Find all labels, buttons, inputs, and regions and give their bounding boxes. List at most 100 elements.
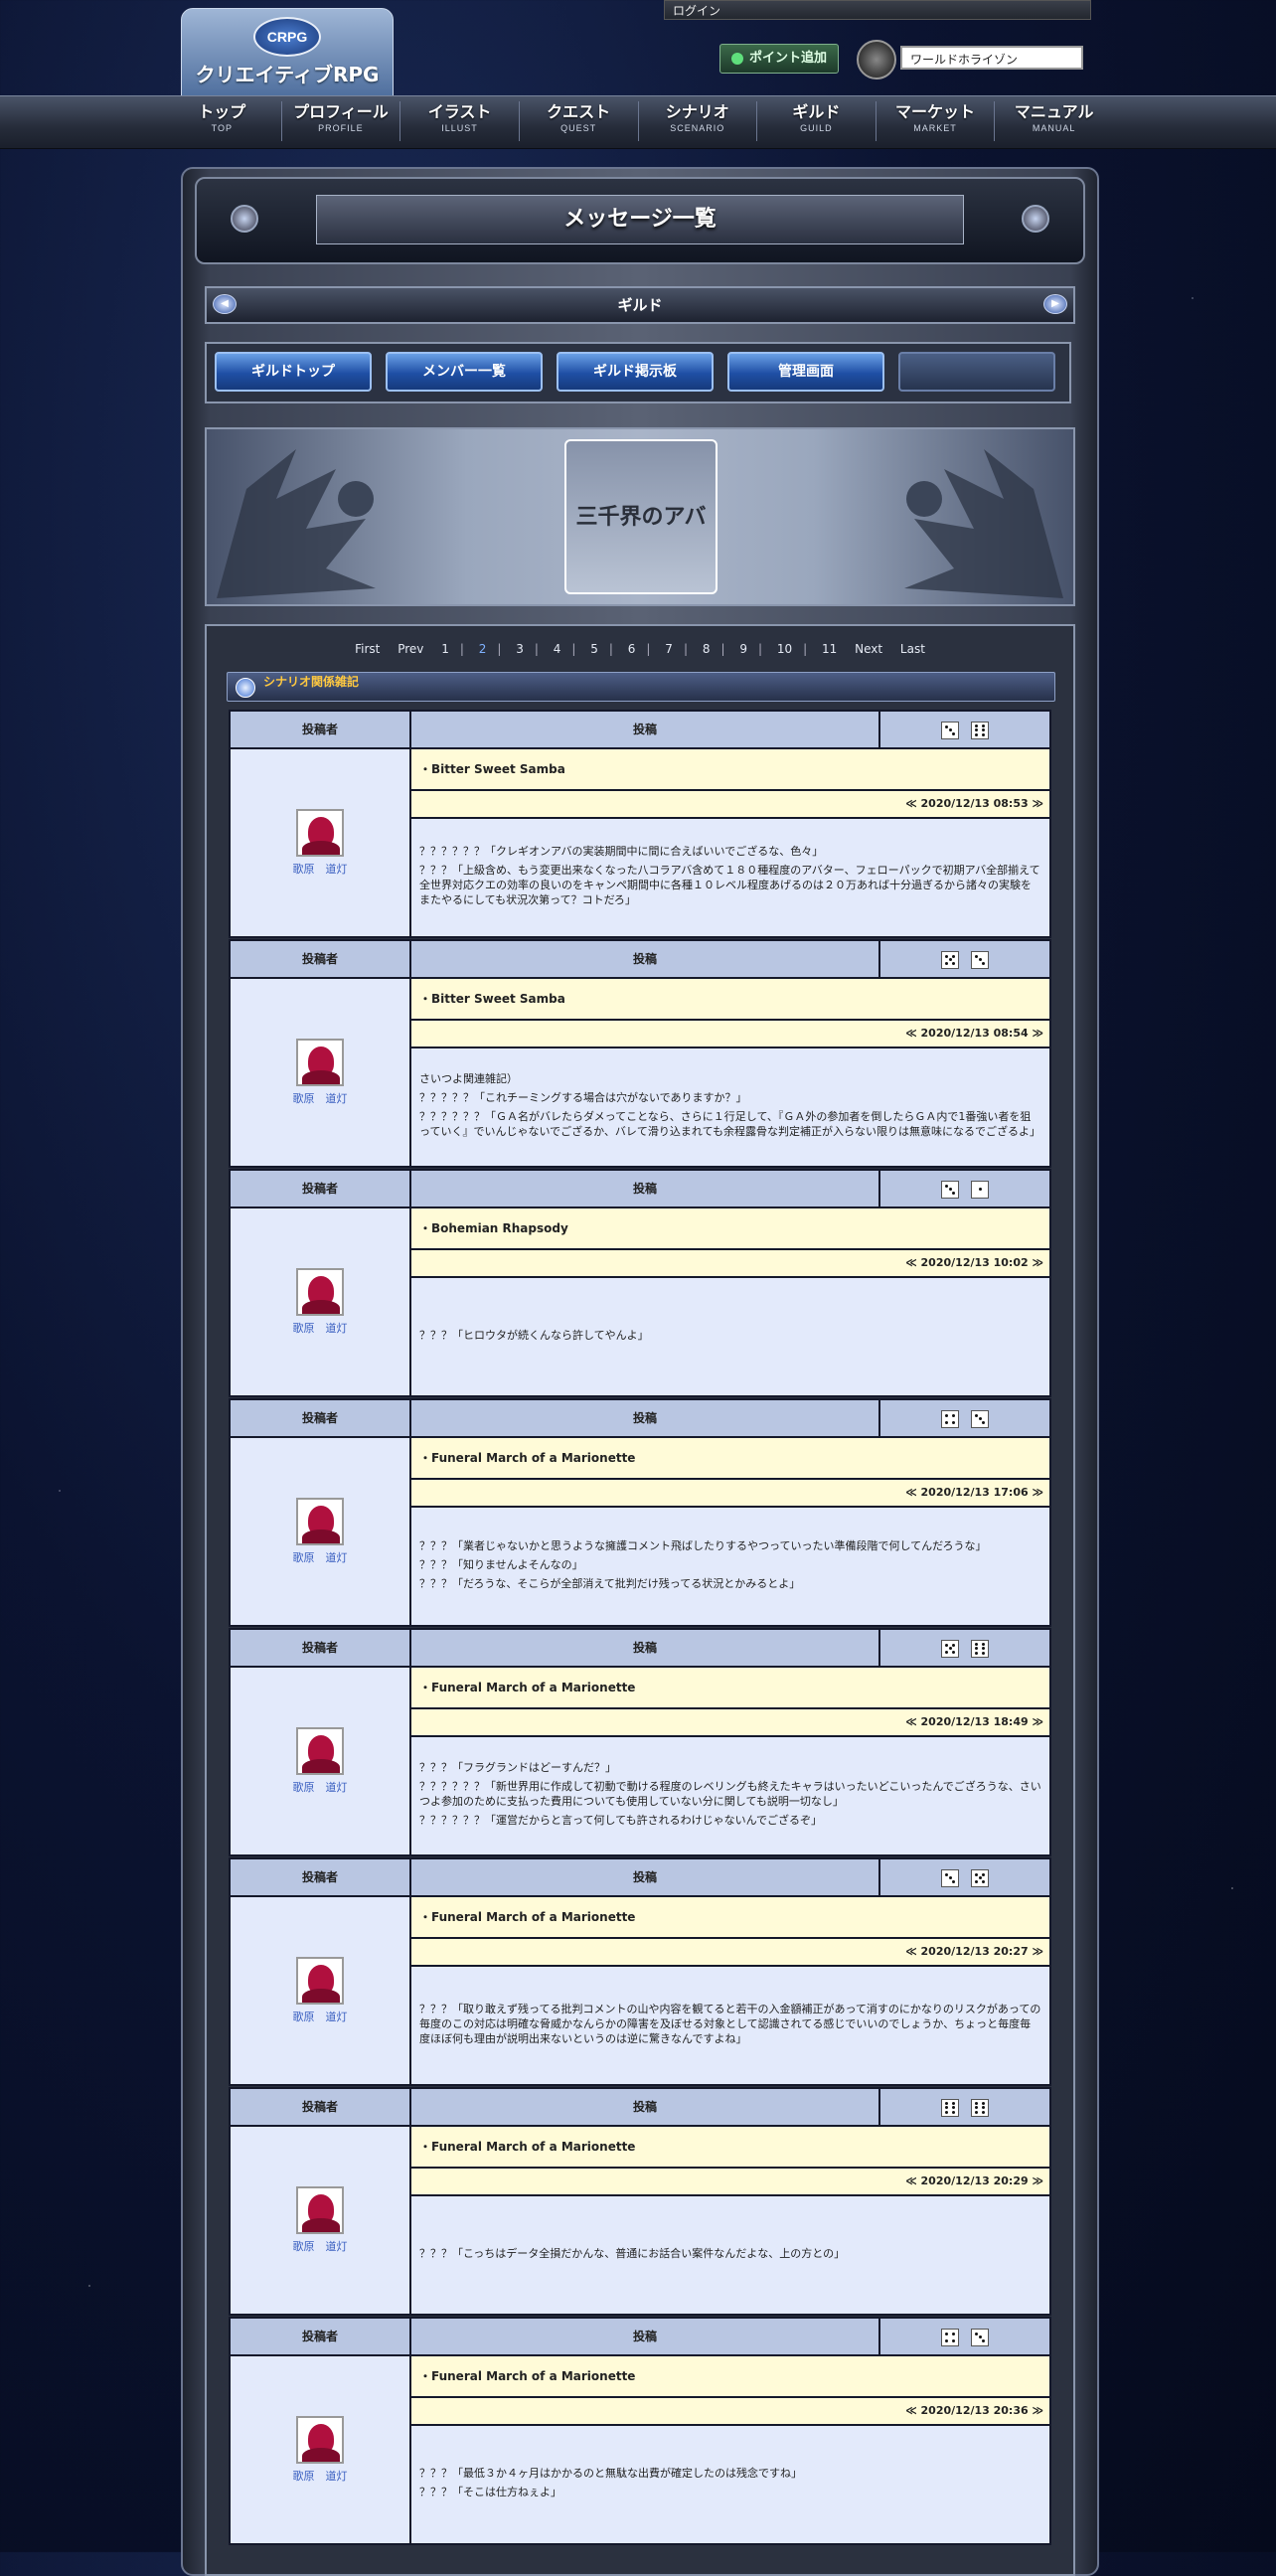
logo-mark: CRPG: [253, 17, 321, 57]
poster-header: 投稿者: [231, 1400, 411, 1438]
post-date: ≪ 2020/12/13 08:53 ≫: [411, 791, 1049, 819]
nav-item-market[interactable]: マーケット MARKET: [877, 101, 996, 141]
page-link[interactable]: 11: [822, 642, 837, 656]
post-line: ？？？「そこは仕方ねぇよ」: [419, 2486, 561, 2498]
post-header: 投稿: [411, 1630, 880, 1668]
pagination: First Prev 1 | 2 | 3 | 4 | 5 | 6 | 7 | 8 | 9 | 10…: [355, 642, 925, 656]
thread-title[interactable]: シナリオ関係雑記: [263, 673, 359, 690]
site-logo[interactable]: CRPG クリエイティブRPG: [181, 8, 394, 97]
page-next[interactable]: Next: [855, 642, 882, 656]
login-link[interactable]: ログイン: [664, 0, 1091, 20]
admin-button[interactable]: 管理画面: [727, 352, 884, 392]
avatar[interactable]: [296, 1039, 344, 1086]
nav-sublabel: QUEST: [560, 123, 597, 133]
avatar[interactable]: [296, 1957, 344, 2005]
post-line: ？？？「最低３か４ヶ月はかかるのと無駄な出費が確定したのは残念ですね」: [419, 2467, 802, 2480]
nav-label: シナリオ: [665, 102, 729, 121]
poster-cell: 歌原 道灯: [231, 749, 411, 936]
nav-sublabel: PROFILE: [318, 123, 364, 133]
page-last[interactable]: Last: [900, 642, 925, 656]
section-title: ギルド: [617, 296, 663, 314]
poster-header: 投稿者: [231, 1630, 411, 1668]
dragon-left-image: [217, 449, 376, 598]
page-link[interactable]: 3: [516, 642, 524, 656]
poster-cell: 歌原 道灯: [231, 1897, 411, 2084]
poster-cell: 歌原 道灯: [231, 2356, 411, 2543]
guild-board-button[interactable]: ギルド掲示板: [557, 352, 714, 392]
nav-label: マーケット: [895, 102, 976, 121]
post-subject: ・Bohemian Rhapsody: [411, 1208, 1049, 1250]
avatar[interactable]: [296, 2416, 344, 2464]
post-row: 投稿者 投稿 歌原 道灯 ・Bitter Sweet Samba ≪ 2020/…: [229, 939, 1051, 1168]
page-link[interactable]: 5: [590, 642, 598, 656]
poster-name[interactable]: 歌原 道灯: [231, 1549, 409, 1565]
poster-name[interactable]: 歌原 道灯: [231, 2468, 409, 2484]
dice-header: [880, 2319, 1049, 2356]
avatar[interactable]: [296, 1727, 344, 1775]
thread-icon: [236, 678, 255, 698]
dice-header: [880, 941, 1049, 979]
guild-top-button[interactable]: ギルドトップ: [215, 352, 372, 392]
page-first[interactable]: First: [355, 642, 380, 656]
nav-item-top[interactable]: トップ TOP: [163, 101, 282, 141]
dice-icon: [941, 1409, 959, 1428]
nav-item-scenario[interactable]: シナリオ SCENARIO: [639, 101, 758, 141]
post-date: ≪ 2020/12/13 17:06 ≫: [411, 1480, 1049, 1508]
nav-label: マニュアル: [1014, 102, 1094, 121]
post-header: 投稿: [411, 1859, 880, 1897]
dice-header: [880, 1859, 1049, 1897]
poster-name[interactable]: 歌原 道灯: [231, 861, 409, 877]
avatar[interactable]: [296, 1268, 344, 1316]
dice-header: [880, 1630, 1049, 1668]
avatar[interactable]: [296, 809, 344, 857]
post-body: ？？？「フラグランドはどーすんだ？」 ？？？？？？「新世界用に作成して初動で動ける…: [411, 1737, 1049, 1854]
poster-name[interactable]: 歌原 道灯: [231, 2238, 409, 2254]
post-row: 投稿者 投稿 歌原 道灯 ・Funeral March of a Marione…: [229, 1857, 1051, 2086]
page-link[interactable]: 7: [665, 642, 673, 656]
dice-icon: [971, 950, 989, 969]
coin-icon: [730, 52, 743, 65]
post-line: ？？？？？？「運営だからと言って何しても許されるわけじゃないんでござるぞ」: [419, 1814, 823, 1827]
page-link[interactable]: 9: [739, 642, 747, 656]
poster-name[interactable]: 歌原 道灯: [231, 1779, 409, 1795]
nav-item-quest[interactable]: クエスト QUEST: [520, 101, 639, 141]
poster-cell: 歌原 道灯: [231, 1668, 411, 1854]
add-points-button[interactable]: ポイント追加: [719, 44, 839, 74]
post-body: ？？？「取り敢えず残ってる批判コメントの山や内容を観てると若干の入金額補正があっ…: [411, 1967, 1049, 2084]
nav-item-illust[interactable]: イラスト ILLUST: [400, 101, 520, 141]
poster-name[interactable]: 歌原 道灯: [231, 1090, 409, 1106]
dice-icon: [971, 1180, 989, 1199]
logo-text: クリエイティブRPG: [195, 63, 380, 86]
post-line: ？？？「フラグランドはどーすんだ？」: [419, 1761, 616, 1774]
post-body: ？？？「業者じゃないかと思うような擁護コメント飛ばしたりするやつっていったい準備…: [411, 1508, 1049, 1625]
prev-arrow-icon[interactable]: ◀: [213, 294, 237, 314]
avatar[interactable]: [296, 2186, 344, 2234]
dice-icon: [971, 1868, 989, 1887]
world-selector[interactable]: ワールドホライゾン: [857, 40, 1095, 80]
next-arrow-icon[interactable]: ▶: [1043, 294, 1067, 314]
empty-button[interactable]: [898, 352, 1055, 392]
page-link[interactable]: 4: [554, 642, 561, 656]
post-line: ？？？？？「これチーミングする場合は穴がないでありますか？」: [419, 1091, 747, 1104]
poster-cell: 歌原 道灯: [231, 1438, 411, 1625]
nav-item-guild[interactable]: ギルド GUILD: [757, 101, 877, 141]
page-link[interactable]: 1: [441, 642, 449, 656]
world-select-box[interactable]: ワールドホライゾン: [900, 46, 1083, 70]
page-prev[interactable]: Prev: [398, 642, 423, 656]
nav-item-profile[interactable]: プロフィール PROFILE: [282, 101, 401, 141]
dice-icon: [941, 1180, 959, 1199]
poster-name[interactable]: 歌原 道灯: [231, 2009, 409, 2024]
page-link[interactable]: 6: [628, 642, 636, 656]
post-line: ？？？「知りませんよそんなの」: [419, 1557, 583, 1571]
nav-item-manual[interactable]: マニュアル MANUAL: [995, 101, 1113, 141]
page-link[interactable]: 8: [703, 642, 711, 656]
post-subject: ・Funeral March of a Marionette: [411, 1438, 1049, 1480]
post-list: 投稿者 投稿 歌原 道灯 ・Bitter Sweet Samba ≪ 2020/…: [229, 710, 1051, 2546]
avatar[interactable]: [296, 1498, 344, 1545]
member-list-button[interactable]: メンバー一覧: [386, 352, 543, 392]
post-line: ？？？「こっちはデータ全損だかんな、普通にお話合い案件なんだよな、上の方との」: [419, 2246, 846, 2260]
post-line: ？？？？？？「クレギオンアバの実装期間中に間に合えばいいでござるな、色々」: [419, 845, 824, 858]
poster-header: 投稿者: [231, 941, 411, 979]
poster-name[interactable]: 歌原 道灯: [231, 1320, 409, 1336]
page-link[interactable]: 10: [777, 642, 792, 656]
